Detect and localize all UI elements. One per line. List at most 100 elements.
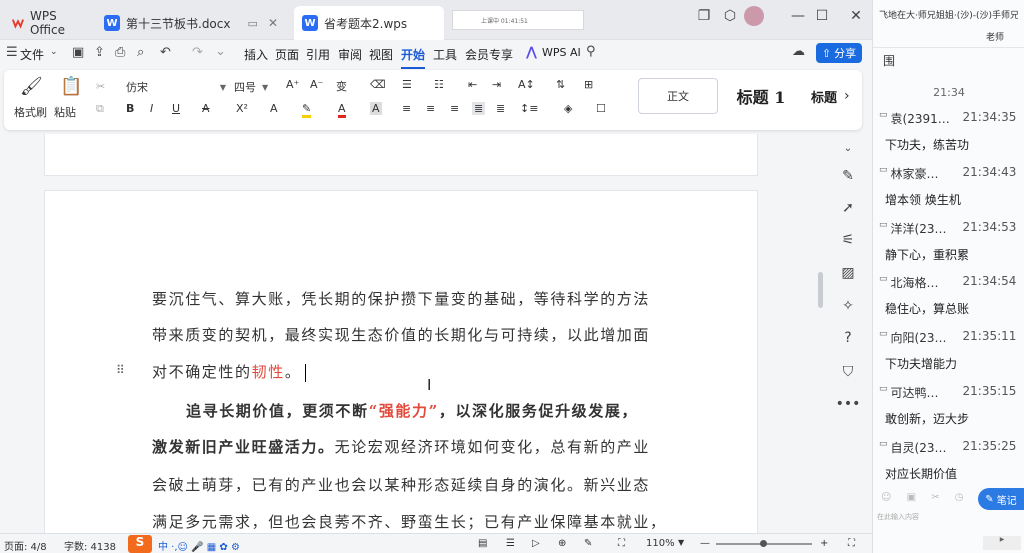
italic-icon[interactable]: I	[150, 102, 153, 115]
menu-wps-ai[interactable]: WPS AI	[542, 46, 581, 59]
pen-mode-icon[interactable]: ✎	[584, 538, 592, 549]
play-icon[interactable]: ▷	[532, 538, 540, 549]
sort-icon[interactable]: ⇅	[556, 78, 565, 91]
save-icon[interactable]: ▣	[72, 45, 84, 60]
outdent-icon[interactable]: ⇤	[468, 78, 477, 91]
maximize-icon[interactable]: ☐	[810, 8, 834, 24]
format-painter-icon[interactable]: 🖌	[20, 76, 43, 97]
redo-icon[interactable]: ↷	[192, 45, 203, 60]
zoom-out-icon[interactable]: —	[700, 538, 710, 549]
style-heading[interactable]: 标题	[804, 78, 844, 114]
cloud-icon[interactable]: ☁	[792, 44, 805, 59]
chat-message[interactable]: ▭ 向阳(23… 21:35:11 下功夫增能力	[873, 329, 1024, 372]
bullet-list-icon[interactable]: ☰	[402, 78, 412, 91]
line-spacing-icon[interactable]: ↕≡	[520, 102, 538, 115]
page-indicator[interactable]: 页面: 4/8	[4, 538, 47, 553]
chevron-right-icon[interactable]: ›	[844, 88, 850, 104]
paste-icon[interactable]: 📋	[60, 76, 82, 97]
undo-icon[interactable]: ↶	[160, 45, 171, 60]
align-right-icon[interactable]: ≡	[450, 102, 459, 115]
style-normal[interactable]: 正文	[638, 78, 718, 114]
indent-icon[interactable]: ⇥	[492, 78, 501, 91]
close-tab-icon[interactable]: ✕	[268, 16, 278, 30]
hamburger-icon[interactable]: ☰	[6, 45, 18, 60]
search-icon[interactable]: ⚲	[586, 44, 596, 59]
shirt-icon[interactable]: ⛉	[834, 364, 862, 380]
chevron-down-icon[interactable]: ⌄	[834, 143, 862, 154]
pointer-icon[interactable]: ➚	[834, 200, 862, 216]
align-center-icon[interactable]: ≡	[426, 102, 435, 115]
doc-line-4[interactable]: 追寻长期价值，更须不断“强能力”，以深化服务促升级发展，	[186, 400, 656, 421]
format-painter-label[interactable]: 格式刷	[14, 104, 47, 120]
chat-message[interactable]: ▭ 可达鸭… 21:35:15 敢创新，迈大步	[873, 384, 1024, 427]
char-shading-icon[interactable]: A	[370, 102, 382, 115]
tab-docx[interactable]: W 第十三节板书.docx ▭ ✕	[96, 6, 286, 40]
print-layout-icon[interactable]: ▤	[478, 538, 487, 549]
shrink-font-icon[interactable]: A⁻	[310, 78, 323, 91]
font-color-icon[interactable]: A	[338, 102, 346, 118]
word-count[interactable]: 字数: 4138	[64, 538, 116, 553]
pen-icon[interactable]: ✎	[834, 168, 862, 184]
scrollbar-thumb[interactable]	[818, 272, 823, 308]
chat-message[interactable]: ▭ 北海格… 21:34:54 稳住心，算总账	[873, 274, 1024, 317]
zoom-in-icon[interactable]: +	[820, 538, 828, 549]
bold-icon[interactable]: B	[126, 102, 134, 115]
show-marks-icon[interactable]: ⊞	[584, 78, 593, 91]
distribute-icon[interactable]: ≣	[496, 102, 505, 115]
notes-button[interactable]: ✎ 笔记	[978, 488, 1024, 510]
ime-toolbar-icons[interactable]: 中 ·,☺ 🎤 ▦ ✿ ⚙	[158, 538, 240, 553]
help-icon[interactable]: ?	[834, 330, 862, 346]
minimize-icon[interactable]: —	[786, 8, 810, 24]
chat-message[interactable]: ▭ 自灵(23… 21:35:25 对应长期价值	[873, 439, 1024, 482]
border-icon[interactable]: ☐	[596, 102, 606, 115]
more-icon[interactable]: ⌄	[215, 44, 226, 59]
menu-file[interactable]: 文件	[20, 46, 44, 63]
chat-message[interactable]: ▭ 林家豪… 21:34:43 增本领 焕生机	[873, 165, 1024, 208]
chevron-down-icon[interactable]: ▼	[678, 538, 684, 547]
menu-tools[interactable]: 工具	[433, 46, 457, 63]
highlight-icon[interactable]: ✎	[302, 102, 312, 118]
drag-handle-icon[interactable]: ⠿	[116, 363, 125, 377]
share-button[interactable]: ⇧ 分享	[816, 43, 862, 63]
phonetic-icon[interactable]: 变	[336, 78, 347, 94]
doc-line-1[interactable]: 要沉住气、算大账，凭长期的保护攒下量变的基础，等待科学的方法	[152, 288, 652, 309]
style-heading1[interactable]: 标题 1	[722, 78, 800, 114]
fit-icon[interactable]: ⛶	[618, 538, 625, 549]
reading-icon[interactable]: ☰	[506, 538, 515, 549]
avatar[interactable]	[744, 6, 764, 26]
align-left-icon[interactable]: ≡	[402, 102, 411, 115]
tab-wps-home[interactable]: WPS Office	[4, 6, 94, 40]
doc-line-5[interactable]: 激发新旧产业旺盛活力。无论宏观经济环境如何变化，总有新的产业	[152, 436, 652, 457]
justify-icon[interactable]: ≣	[472, 102, 486, 115]
doc-line-7[interactable]: 满足多元需求，但也会良莠不齐、野蛮生长；已有产业保障基本就业，	[152, 511, 665, 532]
print-icon[interactable]: ⎙	[115, 45, 125, 60]
doc-line-2[interactable]: 带来质变的契机，最终实现生态价值的长期化与可持续，以此增加面	[152, 324, 652, 345]
menu-view[interactable]: 视图	[369, 46, 393, 63]
strikethrough-icon[interactable]: A	[202, 102, 210, 115]
underline-icon[interactable]: U	[172, 102, 180, 115]
numbered-list-icon[interactable]: ☷	[434, 78, 444, 91]
chat-message[interactable]: ▭ 洋洋(23… 21:34:53 静下心，重积累	[873, 220, 1024, 263]
adjust-icon[interactable]: ⚟	[834, 232, 862, 248]
tools-icon[interactable]: ✧	[834, 298, 862, 314]
copy-icon[interactable]: ⧉	[96, 102, 104, 116]
doc-line-3[interactable]: 对不确定性的韧性。	[152, 361, 652, 382]
paste-label[interactable]: 粘贴	[54, 104, 76, 120]
clear-format-icon[interactable]: ⌫	[370, 78, 386, 91]
cube-icon[interactable]: ⬡	[718, 8, 742, 24]
chat-toolbar-icons[interactable]: ☺ ▣ ✂ ◷ ☰	[881, 492, 994, 503]
grow-font-icon[interactable]: A⁺	[286, 78, 299, 91]
zoom-level[interactable]: 110%	[646, 538, 675, 549]
web-icon[interactable]: ⊕	[558, 538, 566, 549]
image-icon[interactable]: ▨	[834, 265, 862, 281]
tab-wps-file[interactable]: W 省考题本2.wps	[294, 6, 444, 40]
doc-line-6[interactable]: 会破土萌芽，已有的产业也会以某种形态延续自身的演化。新兴业态	[152, 474, 652, 495]
print-preview-icon[interactable]: ⌕	[137, 45, 144, 60]
text-direction-icon[interactable]: A↕	[518, 78, 535, 91]
chat-input-hint[interactable]: 在此输入内容	[877, 512, 919, 522]
superscript-icon[interactable]: X²	[236, 102, 248, 115]
zoom-slider-thumb[interactable]	[760, 540, 767, 547]
export-icon[interactable]: ⇪	[94, 45, 105, 60]
close-window-icon[interactable]: ✕	[844, 8, 868, 24]
window-icon[interactable]: ❐	[692, 8, 716, 24]
